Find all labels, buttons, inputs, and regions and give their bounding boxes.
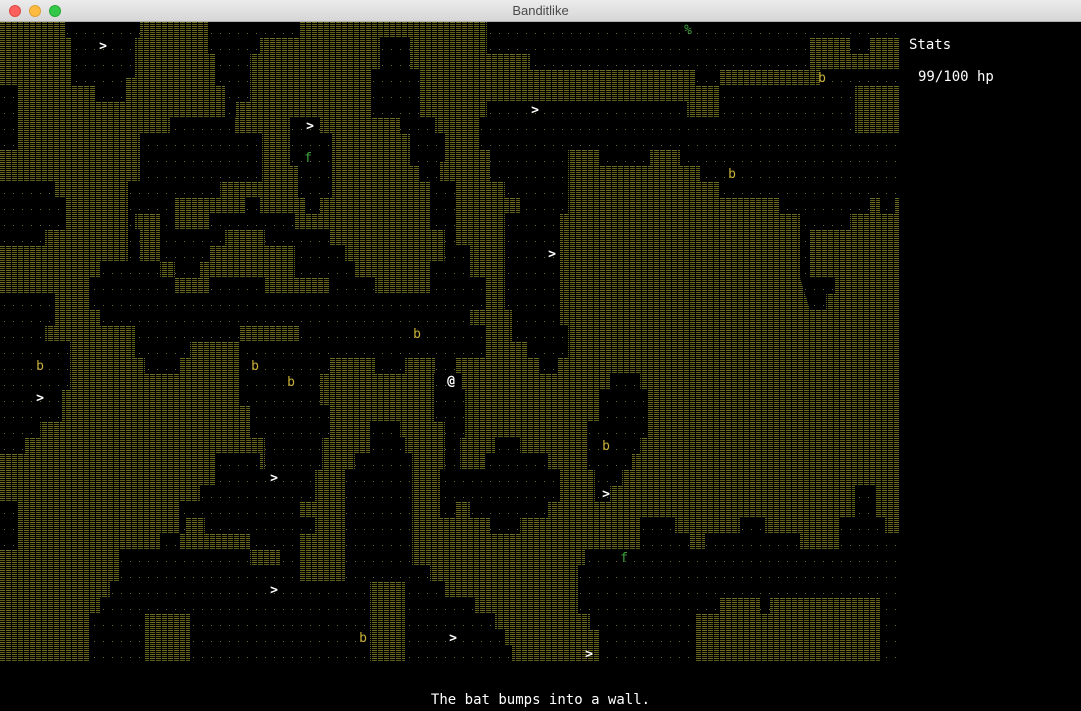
stairs-down-glyph: > — [449, 631, 457, 646]
bat-glyph: b — [602, 439, 610, 454]
stairs-down-glyph: > — [585, 647, 593, 662]
player-glyph: @ — [447, 374, 455, 389]
bat-glyph: b — [728, 167, 736, 182]
stairs-down-glyph: > — [99, 39, 107, 54]
stairs-down-glyph: > — [306, 119, 314, 134]
message-log: The bat bumps into a wall. — [0, 662, 1081, 711]
hp-readout: 99/100 hp — [918, 69, 994, 85]
stairs-down-glyph: > — [36, 391, 44, 406]
stairs-down-glyph: > — [270, 471, 278, 486]
dungeon-map-canvas: b b b b b b b b > > > > > > > > > > f f% @ — [0, 22, 900, 662]
stairs-down-glyph: > — [270, 583, 278, 598]
stairs-down-glyph: > — [531, 103, 539, 118]
stats-title: Stats — [909, 37, 952, 53]
stairs-down-glyph: > — [602, 487, 610, 502]
dungeon-map[interactable]: b b b b b b b b > > > > > > > > > > f f% @ — [0, 22, 900, 662]
bat-glyph: b — [251, 359, 259, 374]
bat-glyph: b — [287, 375, 295, 390]
fungus-glyph: f — [620, 551, 628, 566]
bat-glyph: b — [413, 327, 421, 342]
message-text: The bat bumps into a wall. — [430, 692, 651, 708]
bat-glyph: b — [818, 71, 826, 86]
stats-panel: Stats 99/100 hp — [900, 22, 1081, 662]
fungus-glyph: f — [304, 151, 312, 166]
item-glyph: % — [684, 23, 692, 38]
stairs-down-glyph: > — [548, 247, 556, 262]
bat-glyph: b — [36, 359, 44, 374]
window-titlebar: Banditlike — [0, 0, 1081, 22]
bat-glyph: b — [359, 631, 367, 646]
window-title: Banditlike — [512, 3, 569, 18]
